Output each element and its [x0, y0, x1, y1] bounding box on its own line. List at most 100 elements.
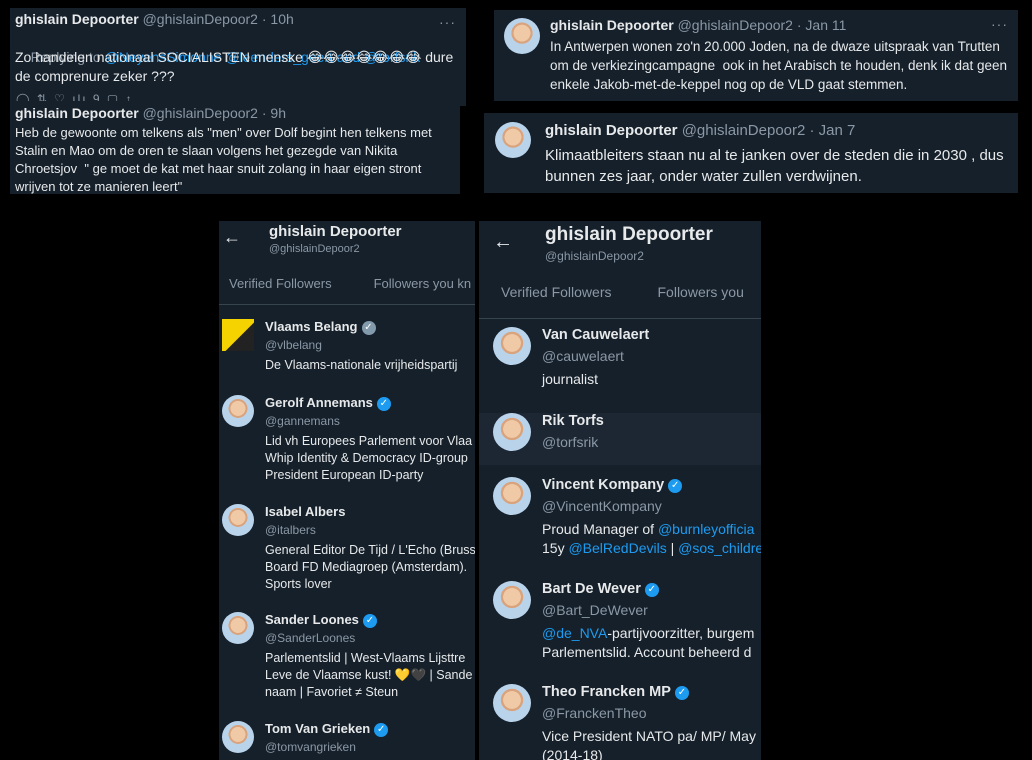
- mention-link[interactable]: @de_NVA: [542, 625, 607, 641]
- followers-panel-left: ← ghislain Depoorter @ghislainDepoor2 Ve…: [219, 221, 475, 760]
- avatar[interactable]: [222, 395, 254, 427]
- avatar[interactable]: [493, 684, 531, 722]
- back-arrow-icon[interactable]: ←: [223, 227, 241, 248]
- follower-name-text[interactable]: Theo Francken MP: [542, 684, 671, 700]
- mention-link[interactable]: @sos_childre: [678, 540, 761, 556]
- follower-name[interactable]: Isabel Albers: [265, 504, 345, 519]
- follower-handle[interactable]: @gannemans: [265, 414, 340, 428]
- avatar[interactable]: [493, 581, 531, 619]
- author-name[interactable]: ghislain Depoorter: [15, 11, 139, 27]
- follower-name[interactable]: Bart De Wever ✓: [542, 581, 659, 597]
- tab-verified-followers[interactable]: Verified Followers: [229, 276, 332, 291]
- tweet-header: ghislain Depoorter @ghislainDepoor2 · Ja…: [545, 122, 855, 139]
- avatar[interactable]: [222, 721, 254, 753]
- mention-link[interactable]: @BelRedDevils: [568, 540, 666, 556]
- follower-handle[interactable]: @cauwelaert: [542, 348, 624, 364]
- avatar[interactable]: [222, 319, 254, 351]
- author-name[interactable]: ghislain Depoorter: [545, 122, 678, 139]
- follower-handle[interactable]: @vlbelang: [265, 338, 322, 352]
- follower-row[interactable]: Van Cauwelaert @cauwelaert journalist: [479, 327, 761, 401]
- profile-name: ghislain Depoorter: [545, 224, 713, 245]
- tweet-card[interactable]: ghislain Depoorter @ghislainDepoor2 · 10…: [10, 8, 466, 106]
- follower-name[interactable]: Gerolf Annemans ✓: [265, 395, 391, 411]
- follower-row[interactable]: Isabel Albers @italbers General Editor De …: [219, 504, 475, 608]
- follower-name-text[interactable]: Gerolf Annemans: [265, 395, 373, 410]
- verified-badge-icon: ✓: [668, 479, 683, 493]
- follower-name-text[interactable]: Van Cauwelaert: [542, 327, 649, 343]
- follower-name-text[interactable]: Rik Torfs: [542, 413, 604, 429]
- verified-badge-icon: ✓: [674, 686, 689, 700]
- follower-name[interactable]: Sander Loones ✓: [265, 612, 377, 628]
- bio-text: President European ID-party: [265, 468, 424, 482]
- follower-row[interactable]: Theo Francken MP ✓ @FranckenTheo Vice Presi…: [479, 684, 761, 760]
- avatar[interactable]: [493, 477, 531, 515]
- follower-name-text[interactable]: Vincent Kompany: [542, 477, 664, 493]
- follower-bio-line: journalist: [542, 371, 598, 387]
- tweet-text: Heb de gewoonte om telkens als "men" ove…: [15, 125, 436, 194]
- follower-row[interactable]: Tom Van Grieken ✓ @tomvangrieken: [219, 721, 475, 760]
- follower-bio-line: Leve de Vlaamse kust! 💛🖤 | Sande: [265, 668, 472, 683]
- follower-bio-line: President European ID-party: [265, 468, 423, 482]
- follower-row[interactable]: Bart De Wever ✓ @Bart_DeWever @de_NVA-parti…: [479, 581, 761, 673]
- follower-row[interactable]: Sander Loones ✓ @SanderLoones Parlementslid…: [219, 612, 475, 716]
- tweet-card[interactable]: ghislain Depoorter @ghislainDepoor2 · Ja…: [484, 113, 1018, 193]
- follower-handle[interactable]: @VincentKompany: [542, 498, 662, 514]
- follower-handle[interactable]: @SanderLoones: [265, 631, 355, 645]
- follower-bio-line: (2014-18): [542, 747, 603, 760]
- more-icon[interactable]: ···: [439, 14, 456, 30]
- author-name[interactable]: ghislain Depoorter: [15, 105, 139, 121]
- avatar[interactable]: [493, 413, 531, 451]
- mention-link[interactable]: @burnleyofficia: [658, 521, 754, 537]
- bio-text: naam | Favoriet ≠ Steun: [265, 685, 399, 699]
- bio-text: Proud Manager of: [542, 521, 658, 537]
- tabs-divider: [219, 304, 475, 305]
- follower-bio-line: Proud Manager of @burnleyofficia: [542, 521, 754, 537]
- bio-text: Lid vh Europees Parlement voor Vlaa: [265, 434, 473, 448]
- follower-name[interactable]: Rik Torfs: [542, 413, 604, 429]
- author-handle[interactable]: @ghislainDepoor2 · 9h: [143, 105, 286, 121]
- follower-row[interactable]: Vlaams Belang ✓ @vlbelang De Vlaams-nationa…: [219, 319, 475, 389]
- verified-badge-icon: ✓: [361, 321, 376, 335]
- tab-followers-you-know[interactable]: Followers you kn: [374, 276, 472, 291]
- follower-handle[interactable]: @torfsrik: [542, 434, 598, 450]
- follower-handle[interactable]: @tomvangrieken: [265, 740, 356, 754]
- tweet-card[interactable]: ghislain Depoorter @ghislainDepoor2 · Ja…: [494, 10, 1018, 101]
- follower-name[interactable]: Tom Van Grieken ✓: [265, 721, 389, 737]
- tweet-text: Zo handelen nationaal SOCIALISTEN menske…: [15, 49, 458, 84]
- follower-name[interactable]: Vlaams Belang ✓: [265, 319, 376, 335]
- author-name[interactable]: ghislain Depoorter: [550, 17, 674, 33]
- author-handle[interactable]: @ghislainDepoor2 · Jan 7: [682, 122, 856, 139]
- author-handle[interactable]: @ghislainDepoor2 · 10h: [143, 11, 294, 27]
- follower-name-text[interactable]: Isabel Albers: [265, 504, 345, 519]
- tab-followers-you-know[interactable]: Followers you: [658, 284, 744, 300]
- tweet-header: ghislain Depoorter @ghislainDepoor2 · 10…: [15, 11, 294, 27]
- follower-bio-line: @de_NVA-partijvoorzitter, burgem: [542, 625, 754, 641]
- more-icon[interactable]: ···: [991, 16, 1008, 32]
- follower-name-text[interactable]: Vlaams Belang: [265, 319, 358, 334]
- avatar[interactable]: [222, 612, 254, 644]
- tweet-card[interactable]: ghislain Depoorter @ghislainDepoor2 · 9h…: [10, 101, 460, 194]
- follower-handle[interactable]: @Bart_DeWever: [542, 602, 648, 618]
- back-arrow-icon[interactable]: ←: [493, 231, 513, 254]
- follower-row[interactable]: Rik Torfs @torfsrik: [479, 413, 761, 465]
- follower-handle[interactable]: @italbers: [265, 523, 316, 537]
- author-handle[interactable]: @ghislainDepoor2 · Jan 11: [678, 17, 847, 33]
- follower-name-text[interactable]: Bart De Wever: [542, 581, 641, 597]
- tab-verified-followers[interactable]: Verified Followers: [501, 284, 612, 300]
- follower-name[interactable]: Theo Francken MP ✓: [542, 684, 689, 700]
- follower-name[interactable]: Van Cauwelaert: [542, 327, 649, 343]
- avatar[interactable]: [495, 122, 531, 158]
- follower-name-text[interactable]: Tom Van Grieken: [265, 721, 370, 736]
- follower-row[interactable]: Gerolf Annemans ✓ @gannemans Lid vh Europee…: [219, 395, 475, 499]
- follower-name[interactable]: Vincent Kompany ✓: [542, 477, 683, 493]
- follower-handle[interactable]: @FranckenTheo: [542, 705, 646, 721]
- verified-badge-icon: ✓: [376, 397, 391, 411]
- avatar[interactable]: [493, 327, 531, 365]
- follower-name-text[interactable]: Sander Loones: [265, 612, 359, 627]
- bio-text: Parlementslid. Account beheerd d: [542, 644, 752, 660]
- bio-text: General Editor De Tijd / L'Echo (Bruss: [265, 543, 475, 557]
- bio-text: Whip Identity & Democracy ID-group: [265, 451, 468, 465]
- follower-row[interactable]: Vincent Kompany ✓ @VincentKompany Proud Man…: [479, 477, 761, 569]
- avatar[interactable]: [222, 504, 254, 536]
- avatar[interactable]: [504, 18, 540, 54]
